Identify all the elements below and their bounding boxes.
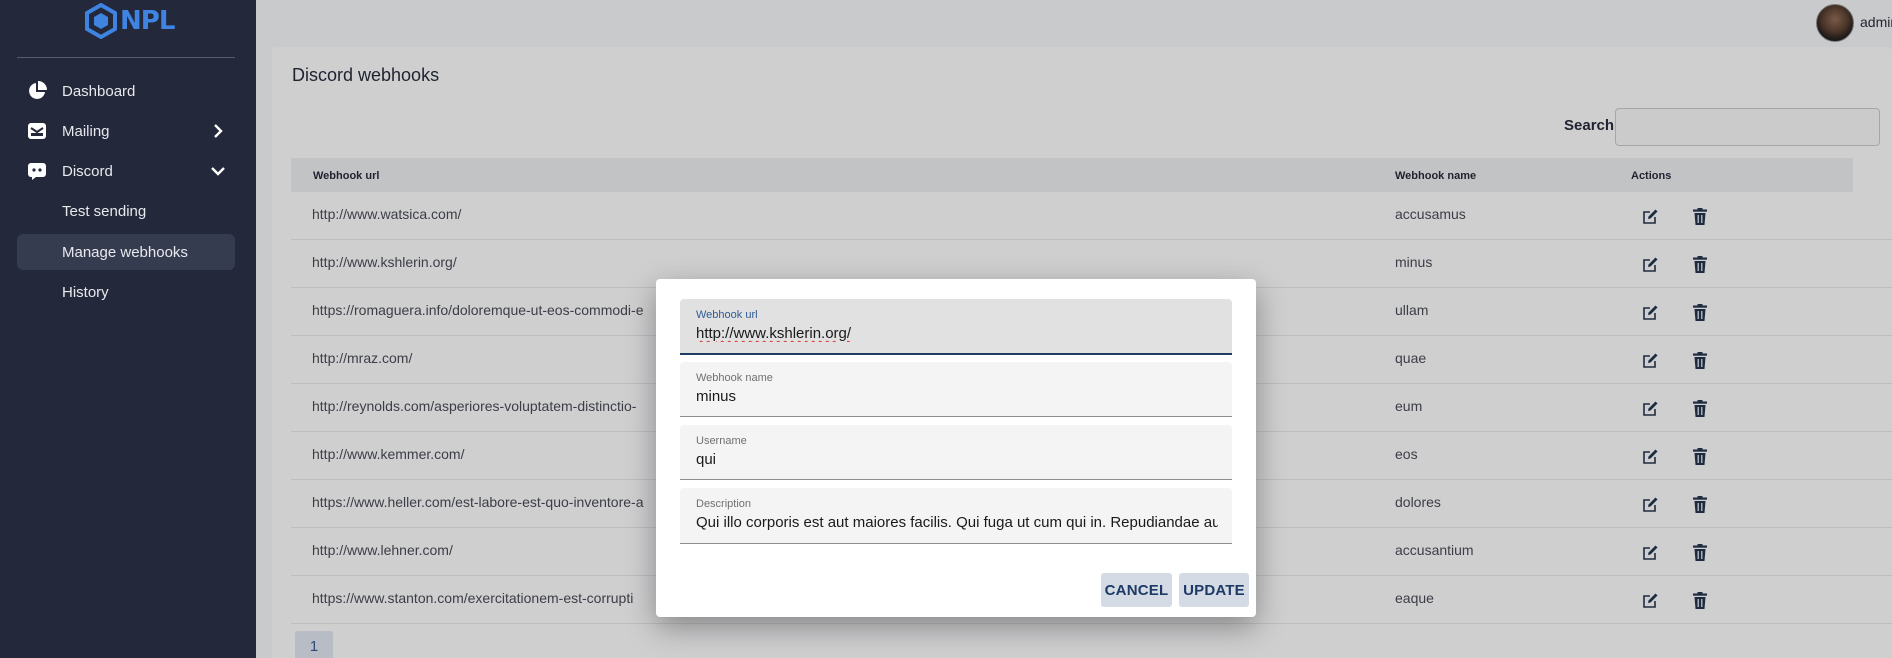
field-value[interactable]: Qui illo corporis est aut maiores facili… (696, 514, 1218, 531)
webhook-url-cell: https://romaguera.info/doloremque-ut-eos… (312, 302, 644, 318)
webhook-name-cell: eum (1395, 398, 1423, 414)
edit-icon[interactable] (1640, 350, 1660, 370)
trash-icon[interactable] (1690, 542, 1710, 562)
sidebar-item-label: Mailing (62, 122, 110, 140)
cancel-button[interactable]: CANCEL (1101, 573, 1172, 607)
webhook-url-cell: http://reynolds.com/asperiores-voluptate… (312, 398, 637, 414)
sidebar: NPL Dashboard Mailing Discord Test sendi… (0, 0, 256, 658)
update-button[interactable]: UPDATE (1179, 573, 1249, 607)
field-label: Webhook url (696, 309, 758, 321)
edit-icon[interactable] (1640, 446, 1660, 466)
edit-webhook-dialog: Webhook url http://www.kshlerin.org/ Web… (656, 279, 1256, 617)
trash-icon[interactable] (1690, 494, 1710, 514)
logo-icon (85, 3, 117, 39)
webhook-name-cell: accusantium (1395, 542, 1474, 558)
edit-icon[interactable] (1640, 206, 1660, 226)
sidebar-item-mailing[interactable]: Mailing (17, 113, 235, 149)
user-name[interactable]: admin (1860, 14, 1892, 30)
column-header-url[interactable]: Webhook url (313, 170, 379, 182)
discord-icon (26, 160, 48, 182)
inbox-icon (26, 120, 48, 142)
webhook-url-cell: https://www.heller.com/est-labore-est-qu… (312, 494, 644, 510)
webhook-name-cell: eaque (1395, 590, 1434, 606)
trash-icon[interactable] (1690, 446, 1710, 466)
page-title: Discord webhooks (292, 65, 440, 85)
trash-icon[interactable] (1690, 302, 1710, 322)
username-field[interactable]: Username qui (680, 425, 1232, 480)
description-field[interactable]: Description Qui illo corporis est aut ma… (680, 488, 1232, 544)
webhook-name-cell: eos (1395, 446, 1418, 462)
webhook-url-cell: http://www.lehner.com/ (312, 542, 453, 558)
webhook-url-cell: http://www.kshlerin.org/ (312, 254, 457, 270)
webhook-url-cell: https://www.stanton.com/exercitationem-e… (312, 590, 634, 606)
sidebar-item-history[interactable]: History (17, 274, 235, 310)
sidebar-divider (17, 57, 235, 58)
search-label: Search (1564, 117, 1615, 134)
sidebar-item-label: Dashboard (62, 82, 136, 100)
webhook-url-cell: http://mraz.com/ (312, 350, 413, 366)
column-header-name[interactable]: Webhook name (1395, 170, 1476, 182)
edit-icon[interactable] (1640, 542, 1660, 562)
sidebar-item-discord[interactable]: Discord (17, 153, 235, 189)
edit-icon[interactable] (1640, 398, 1660, 418)
sidebar-item-label: Discord (62, 162, 113, 180)
sidebar-item-dashboard[interactable]: Dashboard (17, 73, 235, 109)
edit-icon[interactable] (1640, 590, 1660, 610)
webhook-name-cell: minus (1395, 254, 1433, 270)
field-value[interactable]: minus (696, 388, 1218, 405)
edit-icon[interactable] (1640, 494, 1660, 514)
avatar[interactable] (1816, 4, 1854, 42)
trash-icon[interactable] (1690, 398, 1710, 418)
chevron-down-icon (211, 167, 225, 176)
field-value[interactable]: http://www.kshlerin.org/ (696, 325, 1218, 342)
logo[interactable]: NPL (84, 2, 175, 40)
webhook-name-cell: quae (1395, 350, 1427, 366)
table-header (291, 158, 1853, 192)
trash-icon[interactable] (1690, 254, 1710, 274)
edit-icon[interactable] (1640, 254, 1660, 274)
edit-icon[interactable] (1640, 302, 1660, 322)
webhook-name-field[interactable]: Webhook name minus (680, 362, 1232, 417)
field-value[interactable]: qui (696, 451, 1218, 468)
pie-chart-icon (26, 80, 48, 102)
trash-icon[interactable] (1690, 350, 1710, 370)
trash-icon[interactable] (1690, 590, 1710, 610)
pagination-page[interactable]: 1 (295, 631, 333, 658)
webhook-name-cell: ullam (1395, 302, 1429, 318)
sidebar-item-manage-webhooks[interactable]: Manage webhooks (17, 234, 235, 270)
trash-icon[interactable] (1690, 206, 1710, 226)
webhook-url-field[interactable]: Webhook url http://www.kshlerin.org/ (680, 299, 1232, 355)
webhook-name-cell: dolores (1395, 494, 1441, 510)
webhook-url-cell: http://www.kemmer.com/ (312, 446, 465, 462)
search-input[interactable] (1615, 108, 1880, 146)
field-label: Webhook name (696, 372, 773, 384)
sidebar-item-test-sending[interactable]: Test sending (17, 193, 235, 229)
webhook-url-cell: http://www.watsica.com/ (312, 206, 462, 222)
webhook-name-cell: accusamus (1395, 206, 1466, 222)
field-label: Username (696, 435, 747, 447)
logo-text: NPL (120, 6, 175, 36)
column-header-actions: Actions (1631, 170, 1672, 182)
field-label: Description (696, 498, 752, 510)
chevron-right-icon (214, 124, 223, 138)
